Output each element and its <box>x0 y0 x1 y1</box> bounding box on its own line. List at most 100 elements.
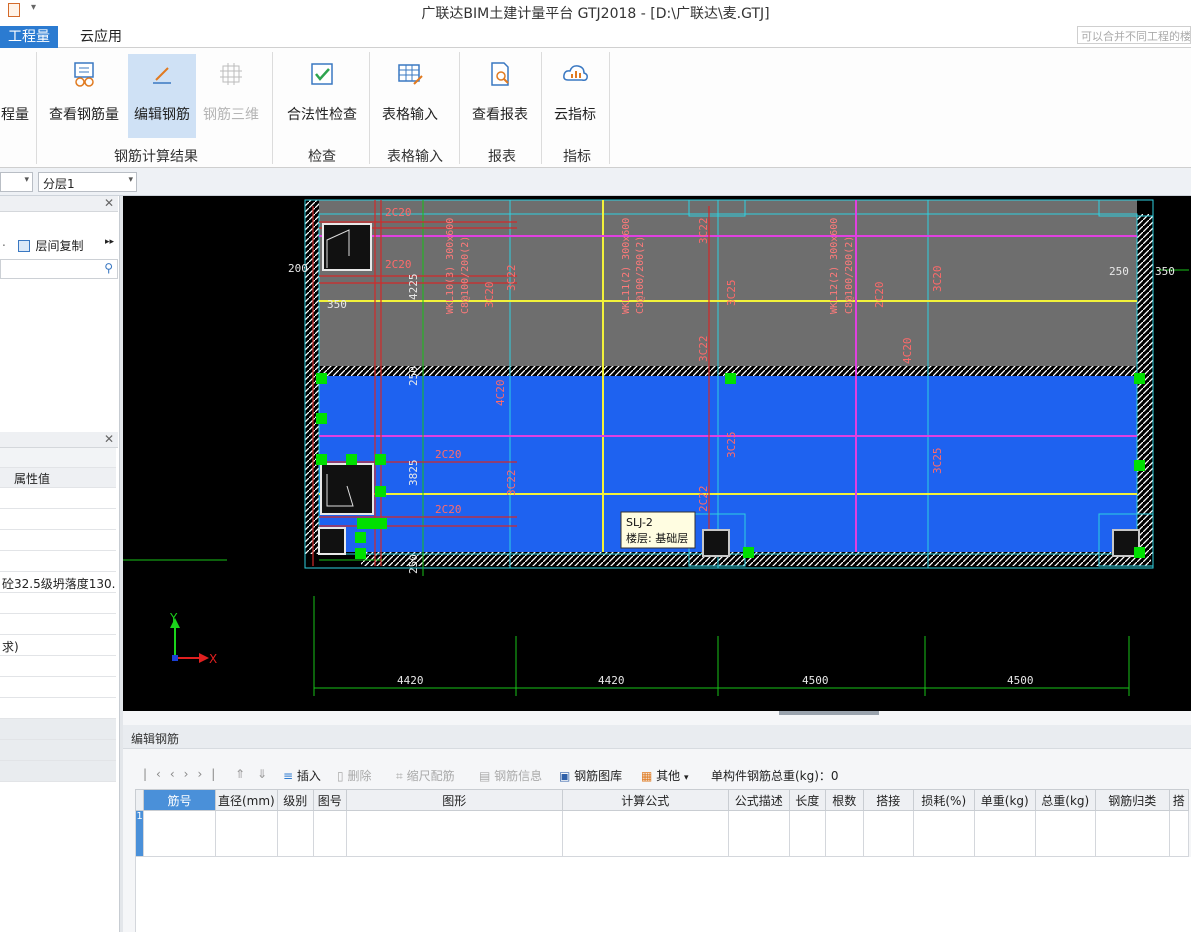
table-cell[interactable] <box>1034 810 1096 857</box>
column-header[interactable]: 筋号 <box>143 789 216 811</box>
property-row[interactable] <box>0 656 116 677</box>
rebar-label: 4C20 <box>901 338 914 365</box>
report-icon <box>491 62 509 86</box>
delete-button[interactable]: ▯ 删除 <box>337 767 371 784</box>
component-search-input[interactable]: ⚲ <box>0 259 118 279</box>
property-row-concrete[interactable]: 砼32.5级坍落度130... <box>0 572 116 593</box>
floor-copy-button[interactable]: 层间复制 <box>35 239 83 253</box>
table-empty-area[interactable] <box>135 857 1191 932</box>
table-cell[interactable] <box>912 810 975 857</box>
move-down-icon[interactable]: ⇓ <box>257 767 267 781</box>
table-cell[interactable] <box>312 810 347 857</box>
move-up-icon[interactable]: ⇑ <box>235 767 245 781</box>
cloud-index-button[interactable]: 云指标 <box>546 54 604 138</box>
table-input-button[interactable]: 表格输入 <box>374 54 446 138</box>
dimension-label: 4225 <box>407 274 420 301</box>
property-group-row[interactable] <box>0 740 116 761</box>
nav-buttons[interactable]: |‹‹››| <box>143 767 224 781</box>
view-rebar-button[interactable]: 查看钢筋量 <box>42 54 126 138</box>
validity-check-button[interactable]: 合法性检查 <box>278 54 366 138</box>
group-divider <box>272 52 273 164</box>
table-cell[interactable] <box>215 810 278 857</box>
dimension-label: 350 <box>327 298 347 311</box>
rebar-info-button[interactable]: ▤ 钢筋信息 <box>479 767 542 784</box>
rebar-library-button[interactable]: ▣ 钢筋图库 <box>559 767 622 784</box>
rebar-label: 3C22 <box>505 265 518 292</box>
delete-icon: ▯ <box>337 769 344 783</box>
edit-rebar-button[interactable]: 编辑钢筋 <box>128 54 196 138</box>
column-header[interactable]: 长度 <box>788 789 826 811</box>
table-cell[interactable] <box>561 810 729 857</box>
quantity-button[interactable]: 程量 <box>0 54 30 138</box>
column-header[interactable]: 图号 <box>312 789 347 811</box>
property-row[interactable] <box>0 593 116 614</box>
search-input[interactable]: 可以合并不同工程的楼 <box>1077 26 1191 44</box>
rebar-table[interactable]: 筋号 直径(mm) 级别 图号 图形 计算公式 公式描述 长度 根数 搭接 损耗… <box>135 789 1189 857</box>
floor-select[interactable]: ▾ <box>0 172 33 192</box>
coordinate-axes-icon: Y X <box>169 611 217 666</box>
row-number[interactable]: 1 <box>135 810 144 857</box>
column-header[interactable]: 单重(kg) <box>973 789 1036 811</box>
drawing-canvas[interactable]: 2C20 2C20 2C20 2C20 3C22 3C22 3C22 3C22 … <box>123 196 1191 711</box>
tab-quantity[interactable]: 工程量 <box>0 26 58 48</box>
beam-label: C8@100/200(2) <box>844 236 855 314</box>
panel-collapse-handle[interactable] <box>779 711 879 715</box>
column-header[interactable]: 级别 <box>276 789 314 811</box>
scale-rebar-button[interactable]: ⌗ 缩尺配筋 <box>396 767 455 784</box>
column-header[interactable]: 图形 <box>345 789 563 811</box>
drawing-svg[interactable]: 2C20 2C20 2C20 2C20 3C22 3C22 3C22 3C22 … <box>123 196 1191 711</box>
property-row[interactable] <box>0 530 116 551</box>
table-cell[interactable] <box>143 810 216 857</box>
property-row-note[interactable]: 求) <box>0 635 116 656</box>
property-row[interactable] <box>0 488 116 509</box>
column-header[interactable]: 钢筋归类 <box>1094 789 1170 811</box>
column-header[interactable]: 公式描述 <box>727 789 790 811</box>
close-icon[interactable]: ✕ <box>104 432 114 446</box>
column-header[interactable]: 计算公式 <box>561 789 729 811</box>
tab-cloud-app[interactable]: 云应用 <box>72 26 130 48</box>
property-row[interactable] <box>0 677 116 698</box>
table-input-icon <box>398 64 423 85</box>
table-cell[interactable] <box>788 810 826 857</box>
property-row[interactable] <box>0 614 116 635</box>
table-cell[interactable] <box>727 810 790 857</box>
property-group-row[interactable] <box>0 719 116 740</box>
other-dropdown[interactable]: ▦ 其他 ▾ <box>641 767 689 784</box>
table-cell[interactable] <box>973 810 1036 857</box>
rebar-label: 2C20 <box>385 258 412 271</box>
close-icon[interactable]: ✕ <box>104 196 114 210</box>
column-header[interactable]: 损耗(%) <box>912 789 975 811</box>
column-header[interactable]: 总重(kg) <box>1034 789 1096 811</box>
property-group-row[interactable] <box>0 761 116 782</box>
view-report-button[interactable]: 查看报表 <box>464 54 536 138</box>
column-header[interactable]: 搭 <box>1168 789 1189 811</box>
layer-select[interactable]: 分层1 ▾ <box>38 172 137 192</box>
rebar-label: 3C22 <box>697 218 710 245</box>
group-divider <box>609 52 610 164</box>
rebar-label: 2C20 <box>435 448 462 461</box>
more-icon[interactable]: ▸▸ <box>105 237 114 247</box>
table-row[interactable]: 1 <box>135 810 1189 857</box>
table-cell[interactable] <box>824 810 864 857</box>
insert-button[interactable]: ≡ 插入 <box>283 767 321 784</box>
column-header[interactable]: 直径(mm) <box>215 789 278 811</box>
beam-label: C8@100/200(2) <box>635 236 646 314</box>
table-cell[interactable] <box>862 810 914 857</box>
component-list-header: ✕ <box>0 196 118 212</box>
column-header[interactable]: 根数 <box>824 789 864 811</box>
column-header[interactable]: 搭接 <box>862 789 914 811</box>
rebar-label: 3C25 <box>725 432 738 459</box>
ribbon: 程量 查看钢筋量 编辑钢筋 钢筋三维 钢筋计算结果 合法性检查 检查 表格输入 … <box>0 48 1191 168</box>
table-cell[interactable] <box>1168 810 1189 857</box>
check-icon <box>311 63 333 85</box>
rebar-3d-button[interactable]: 钢筋三维 <box>198 54 264 138</box>
table-cell[interactable] <box>345 810 563 857</box>
table-cell[interactable] <box>1094 810 1170 857</box>
property-row[interactable] <box>0 698 116 719</box>
search-icon[interactable]: ⚲ <box>104 261 113 275</box>
property-row[interactable] <box>0 551 116 572</box>
toolbar-row: ‧ 层间复制 ▸▸ <box>0 234 116 256</box>
property-row[interactable] <box>0 509 116 530</box>
scale-icon: ⌗ <box>396 769 403 783</box>
table-cell[interactable] <box>276 810 314 857</box>
